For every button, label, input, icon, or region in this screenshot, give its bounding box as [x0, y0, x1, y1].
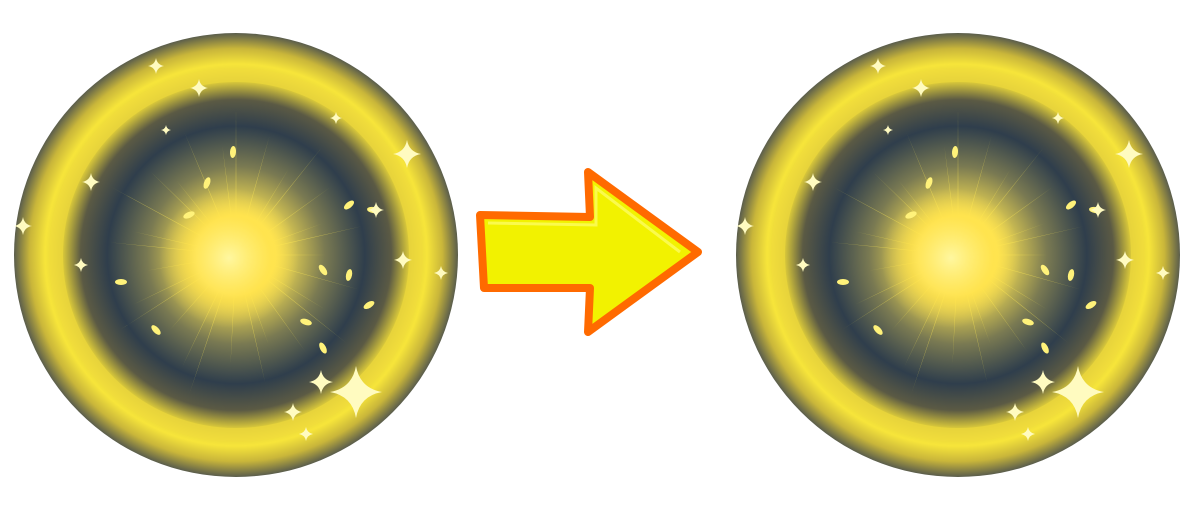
arrow-graphic — [476, 168, 702, 336]
speck — [837, 279, 849, 285]
scene-canvas — [0, 0, 1200, 512]
speck — [115, 279, 127, 285]
right-arrow-icon — [470, 160, 710, 345]
arrow-shape — [476, 168, 702, 336]
orb-core-glow — [881, 188, 1021, 328]
glowing-orb-before — [11, 30, 461, 480]
orb-graphic — [736, 33, 1180, 477]
orb-core-glow — [159, 188, 299, 328]
orb-graphic — [14, 33, 458, 477]
glowing-orb-after — [733, 30, 1183, 480]
